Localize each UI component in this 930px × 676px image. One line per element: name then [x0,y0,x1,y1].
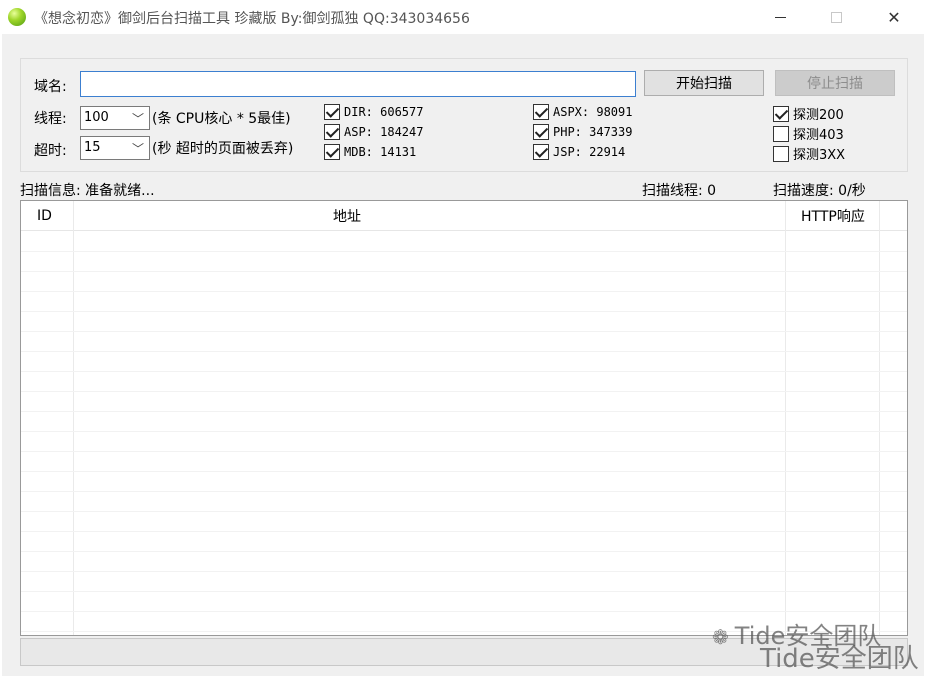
threads-label: 线程: [34,111,67,127]
threads-hint: (条 CPU核心 * 5最佳) [152,111,291,127]
start-scan-button[interactable]: 开始扫描 [644,70,764,96]
dict-label-php: PHP: 347339 [553,125,633,139]
timeout-hint: (秒 超时的页面被丢弃) [152,141,294,157]
row-grid-line [21,311,907,312]
title-bar: 《想念初恋》御剑后台扫描工具 珍藏版 By:御剑孤独 QQ:343034656 … [0,0,930,34]
dict-checkbox-aspx[interactable]: ASPX: 98091 [533,104,632,120]
table-header: ID 地址 HTTP响应 [21,201,907,231]
watermark-line-2: Tide安全团队 [760,644,919,674]
maximize-button[interactable] [813,0,859,34]
dict-label-jsp: JSP: 22914 [553,145,626,159]
row-grid-line [21,391,907,392]
chevron-down-icon: ﹀ [131,142,144,156]
timeout-label: 超时: [34,143,67,159]
scan-info-status: 扫描信息: 准备就绪... [20,183,155,199]
column-divider[interactable] [879,201,880,635]
row-grid-line [21,511,907,512]
row-grid-line [21,451,907,452]
row-grid-line [21,531,907,532]
dict-label-mdb: MDB: 14131 [344,145,417,159]
probe-checkbox-403[interactable]: 探测403 [773,124,844,143]
row-grid-line [21,431,907,432]
row-grid-line [21,471,907,472]
client-area: 域名: 开始扫描 停止扫描 线程: 100 ﹀ (条 CPU核心 * 5最佳) … [2,34,924,676]
threads-value: 100 [84,110,109,125]
checkbox-box[interactable] [533,104,549,120]
checkbox-box[interactable] [773,125,789,142]
column-divider[interactable] [785,201,786,635]
probe-label-403: 探测403 [793,128,844,143]
checkbox-box[interactable] [533,124,549,140]
dict-checkbox-asp[interactable]: ASP: 184247 [324,124,423,140]
column-header-id[interactable]: ID [37,201,52,231]
scan-threads-status: 扫描线程: 0 [642,183,717,199]
domain-label: 域名: [34,79,67,95]
checkbox-box[interactable] [324,124,340,140]
row-grid-line [21,291,907,292]
checkbox-box[interactable] [324,144,340,160]
dict-checkbox-php[interactable]: PHP: 347339 [533,124,632,140]
timeout-value: 15 [84,140,101,155]
app-logo-icon [8,8,26,26]
column-header-http-response[interactable]: HTTP响应 [801,201,865,231]
stop-scan-button[interactable]: 停止扫描 [775,70,895,96]
row-grid-line [21,611,907,612]
chevron-down-icon: ﹀ [131,112,144,126]
probe-label-200: 探测200 [793,108,844,123]
row-grid-line [21,571,907,572]
scan-speed-status: 扫描速度: 0/秒 [773,183,866,199]
checkbox-box[interactable] [324,104,340,120]
row-grid-line [21,351,907,352]
probe-label-3xx: 探测3XX [793,148,846,163]
row-grid-line [21,411,907,412]
minimize-button[interactable] [757,0,803,34]
threads-combobox[interactable]: 100 ﹀ [80,106,150,130]
dict-label-aspx: ASPX: 98091 [553,105,633,119]
probe-checkbox-200[interactable]: 探测200 [773,104,844,123]
dict-checkbox-dir[interactable]: DIR: 606577 [324,104,423,120]
checkbox-box[interactable] [533,144,549,160]
maximize-icon [830,11,842,23]
row-grid-line [21,331,907,332]
row-grid-line [21,551,907,552]
row-grid-line [21,271,907,272]
window-title: 《想念初恋》御剑后台扫描工具 珍藏版 By:御剑孤独 QQ:343034656 [34,11,470,27]
probe-checkbox-3xx[interactable]: 探测3XX [773,144,845,163]
close-button[interactable]: ✕ [871,0,917,34]
row-grid-line [21,251,907,252]
dict-label-asp: ASP: 184247 [344,125,424,139]
dict-checkbox-mdb[interactable]: MDB: 14131 [324,144,416,160]
timeout-combobox[interactable]: 15 ﹀ [80,136,150,160]
wechat-icon: ❁ [712,625,729,649]
results-table[interactable]: ID 地址 HTTP响应 [20,200,908,636]
minimize-icon [774,16,786,18]
dict-checkbox-jsp[interactable]: JSP: 22914 [533,144,625,160]
row-grid-line [21,491,907,492]
row-grid-line [21,371,907,372]
checkbox-box[interactable] [773,145,789,162]
domain-input[interactable] [80,71,636,97]
checkbox-box[interactable] [773,105,789,122]
dict-label-dir: DIR: 606577 [344,105,424,119]
column-divider[interactable] [73,201,74,635]
close-icon: ✕ [887,7,901,27]
row-grid-line [21,591,907,592]
column-header-address[interactable]: 地址 [333,201,361,231]
